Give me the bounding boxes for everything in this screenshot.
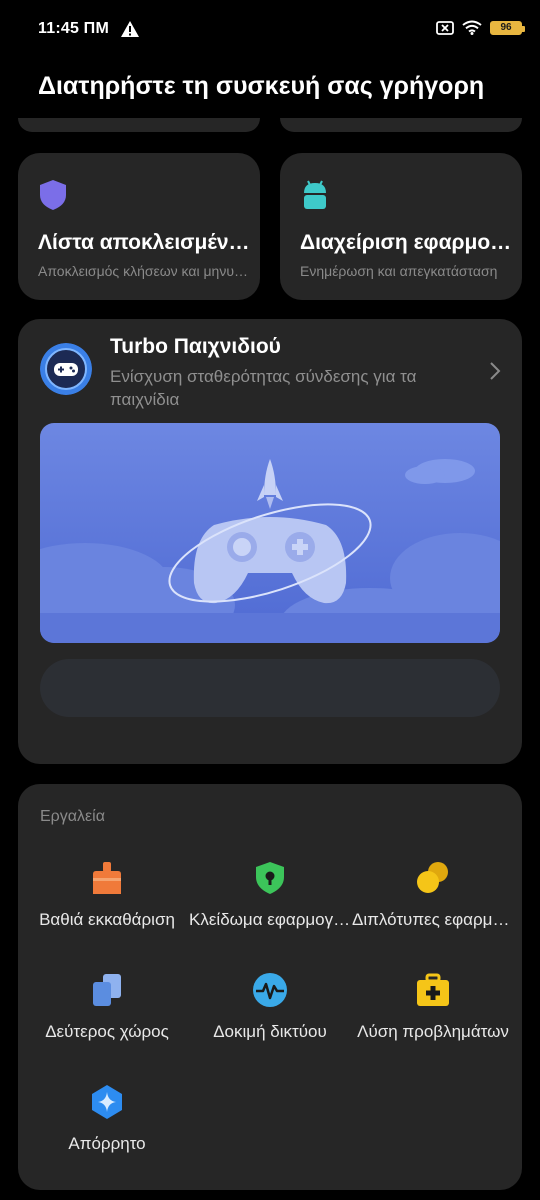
tool-app-lock[interactable]: Κλείδωμα εφαρμογών (187, 860, 353, 930)
sim-off-icon (436, 20, 454, 35)
tool-network-test[interactable]: Δοκιμή δικτύου (187, 972, 353, 1042)
shield-icon (40, 180, 66, 210)
tool-second-space[interactable]: Δεύτερος χώρος (24, 972, 190, 1042)
battery-level: 96 (500, 22, 512, 33)
game-turbo-card[interactable]: Turbo Παιχνιδιού Ενίσχυση σταθερότητας σ… (18, 319, 522, 764)
game-turbo-logo-icon (40, 343, 92, 395)
status-icons: 96 (436, 20, 525, 35)
game-turbo-subtitle: Ενίσχυση σταθερότητας σύνδεσης για τα πα… (110, 367, 417, 409)
dual-apps-icon (417, 862, 448, 893)
status-time: 11:45 ΠΜ (38, 20, 109, 37)
broom-icon (93, 862, 121, 894)
chevron-right-icon[interactable] (488, 359, 502, 383)
game-turbo-title: Turbo Παιχνιδιού (110, 335, 281, 358)
network-test-icon (253, 973, 287, 1007)
tool-app-lock-label: Κλείδωμα εφαρμογών (189, 910, 353, 929)
wifi-icon (462, 20, 482, 35)
status-bar: 11:45 ΠΜ 96 (0, 0, 540, 60)
blocklist-title: Λίστα αποκλεισμένων (38, 231, 253, 254)
battery-icon: 96 (490, 20, 525, 35)
tool-privacy[interactable]: Απόρρητο (24, 1084, 190, 1154)
tool-dual-apps-label: Διπλότυπες εφαρμογές (352, 910, 516, 929)
tool-network-test-label: Δοκιμή δικτύου (213, 1022, 327, 1041)
tool-second-space-label: Δεύτερος χώρος (45, 1022, 169, 1041)
lock-shield-icon (256, 862, 284, 894)
blocklist-subtitle: Αποκλεισμός κλήσεων και μηνυμάτων (38, 263, 253, 279)
tool-troubleshoot-label: Λύση προβλημάτων (357, 1022, 509, 1041)
privacy-icon (92, 1085, 122, 1119)
app-management-title: Διαχείριση εφαρμογών (300, 231, 515, 254)
game-turbo-banner[interactable] (40, 423, 500, 643)
card-peek-left (18, 118, 260, 132)
app-management-subtitle: Ενημέρωση και απεγκατάσταση (300, 263, 498, 279)
card-peek-right (280, 118, 522, 132)
tool-deep-clean[interactable]: Βαθιά εκκαθάριση (24, 860, 190, 930)
blocklist-card[interactable]: Λίστα αποκλεισμένων Αποκλεισμός κλήσεων … (18, 153, 260, 300)
tools-card: Εργαλεία Βαθιά εκκαθάριση Κλείδωμα εφαρμ… (18, 784, 522, 1190)
tool-dual-apps[interactable]: Διπλότυπες εφαρμογές (350, 860, 516, 930)
app-management-card[interactable]: Διαχείριση εφαρμογών Ενημέρωση και απεγκ… (280, 153, 522, 300)
tools-header: Εργαλεία (40, 808, 105, 825)
game-turbo-action-bar[interactable] (40, 659, 500, 717)
page-title: Διατηρήστε τη συσκευή σας γρήγορη (38, 72, 485, 100)
tool-troubleshoot[interactable]: Λύση προβλημάτων (350, 972, 516, 1042)
android-icon (304, 180, 326, 209)
second-space-icon (93, 974, 121, 1006)
warning-icon (121, 21, 139, 37)
tool-privacy-label: Απόρρητο (68, 1134, 146, 1153)
tool-deep-clean-label: Βαθιά εκκαθάριση (39, 910, 175, 929)
first-aid-icon (417, 973, 449, 1006)
